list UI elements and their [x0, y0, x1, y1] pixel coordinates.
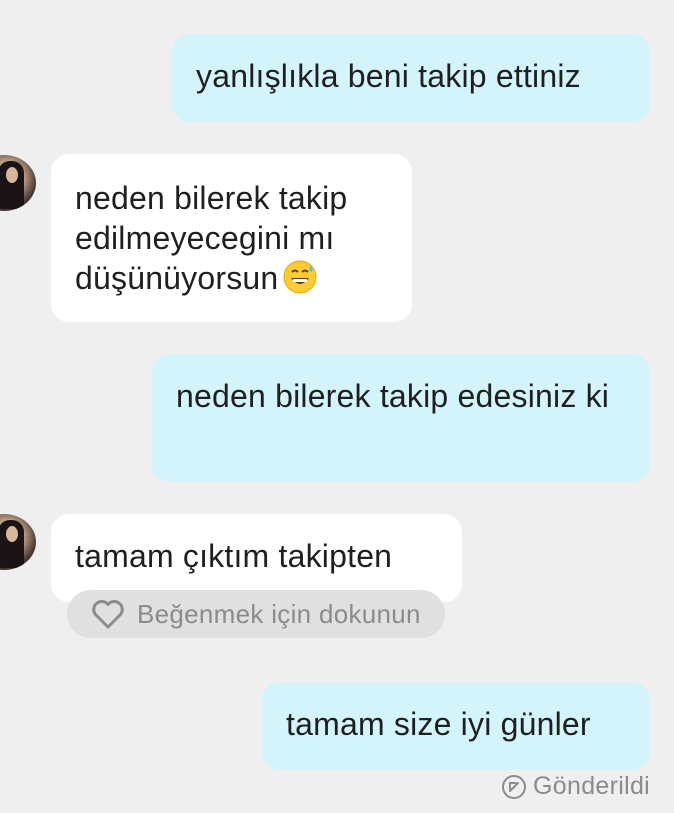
message-text: yanlışlıkla beni takip ettiniz [196, 58, 581, 94]
message-text: neden bilerek takip edesiniz ki [176, 378, 610, 414]
message-text: tamam çıktım takipten [75, 538, 393, 574]
sent-arrow-icon [502, 774, 527, 799]
message-bubble-outgoing[interactable]: neden bilerek takip edesiniz ki [152, 354, 650, 482]
sent-status-label: Gönderildi [533, 772, 650, 800]
avatar[interactable] [0, 514, 36, 570]
grinning-sweat-emoji [283, 260, 317, 294]
like-button[interactable]: Beğenmek için dokunun [67, 590, 445, 638]
chat-thread: yanlışlıkla beni takip ettiniz neden bil… [0, 0, 674, 813]
heart-outline-icon [92, 600, 124, 629]
message-bubble-incoming[interactable]: neden bilerek takip edilmeyecegini mı dü… [51, 154, 412, 322]
message-bubble-incoming[interactable]: tamam çıktım takipten [51, 514, 462, 602]
message-bubble-outgoing[interactable]: yanlışlıkla beni takip ettiniz [172, 34, 650, 122]
avatar[interactable] [0, 155, 36, 211]
message-text: tamam size iyi günler [286, 706, 591, 742]
message-bubble-outgoing[interactable]: tamam size iyi günler [262, 682, 650, 770]
like-label: Beğenmek için dokunun [137, 598, 421, 629]
sent-status: Gönderildi [501, 772, 650, 801]
